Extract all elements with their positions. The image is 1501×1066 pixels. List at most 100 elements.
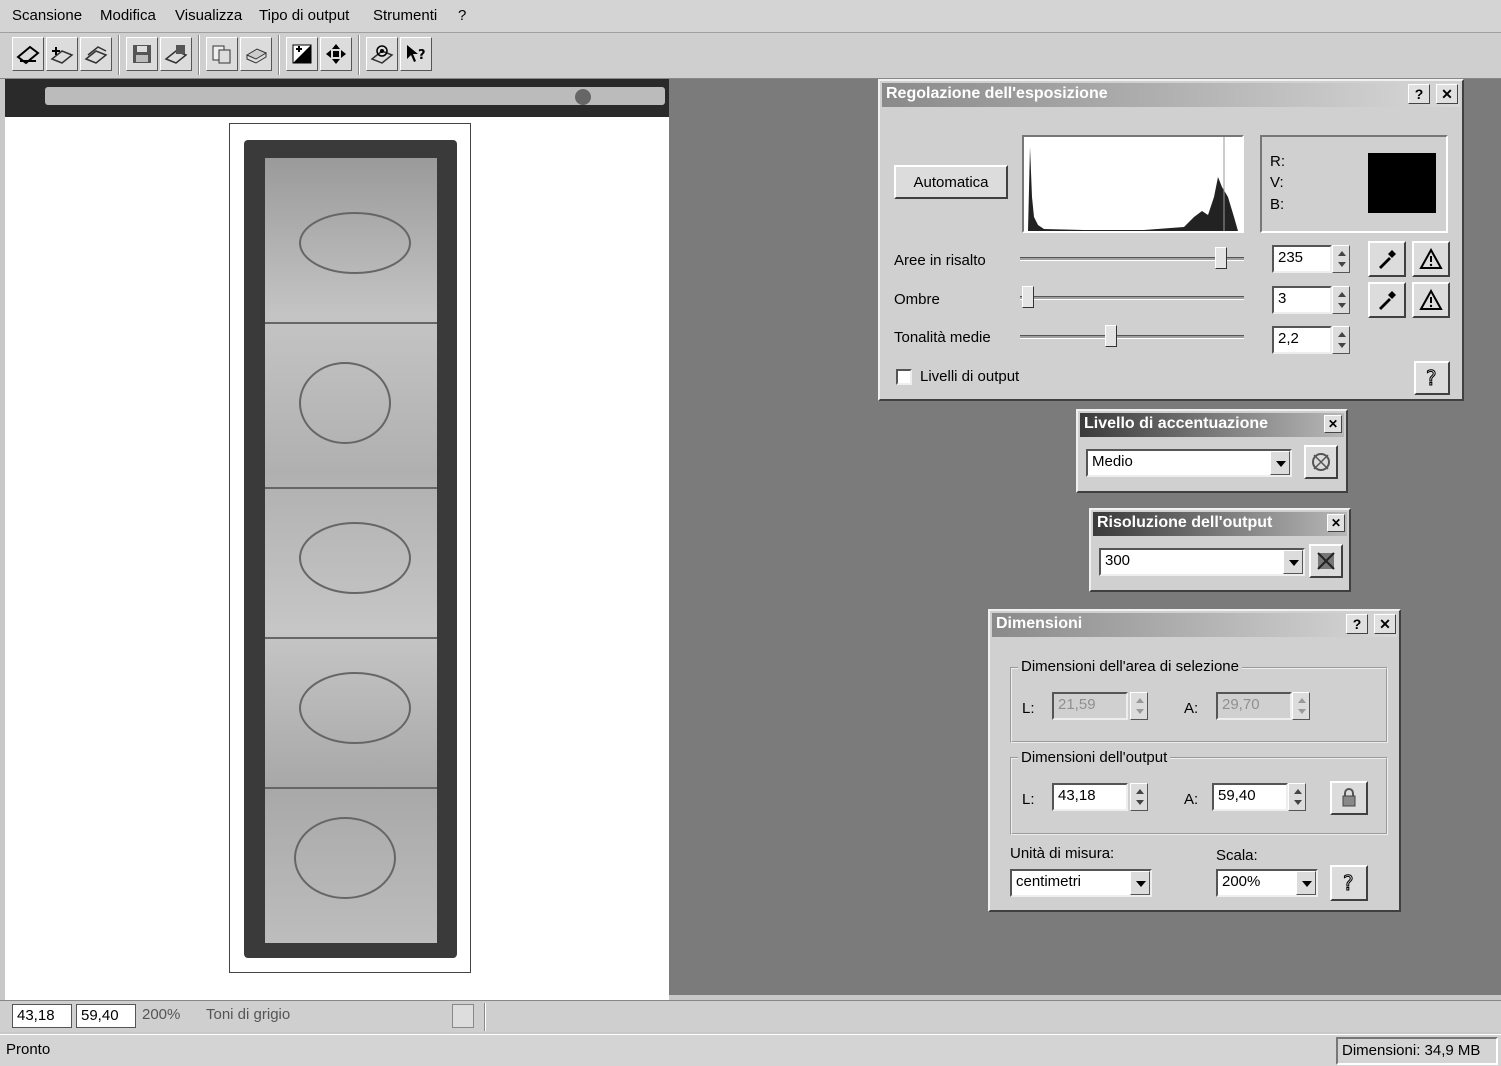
close-icon[interactable]: ✕ — [1436, 84, 1458, 104]
dimensions-help-button[interactable]: ? — [1330, 865, 1368, 901]
midtones-track — [1020, 335, 1244, 339]
info-scale: 200% — [142, 1006, 181, 1023]
help-pointer-icon[interactable]: ? — [400, 37, 432, 71]
highlights-slider[interactable] — [1215, 247, 1228, 269]
resolution-select[interactable]: 300 — [1099, 548, 1305, 576]
exposure-icon[interactable] — [286, 37, 318, 71]
color-swatch — [1368, 153, 1436, 213]
output-width-spinner[interactable] — [1130, 783, 1148, 811]
info-help-icon[interactable] — [452, 1004, 474, 1028]
output-height-field[interactable]: 59,40 — [1212, 783, 1288, 811]
selection-l-label: L: — [1022, 700, 1035, 717]
status-size-text: Dimensioni: 34,9 MB — [1342, 1042, 1481, 1059]
save-icon[interactable] — [126, 37, 158, 71]
shadows-slider[interactable] — [1022, 286, 1035, 308]
toolbar-separator — [118, 35, 120, 75]
save-as-icon[interactable] — [160, 37, 192, 71]
menu-scansione[interactable]: Scansione — [12, 7, 82, 24]
scan-batch-icon[interactable] — [80, 37, 112, 71]
chevron-down-icon[interactable] — [1296, 871, 1316, 895]
highlights-label: Aree in risalto — [894, 252, 986, 269]
chevron-down-icon[interactable] — [1270, 451, 1290, 475]
output-l-label: L: — [1022, 791, 1035, 808]
settings-icon[interactable] — [366, 37, 398, 71]
resolution-title: Risoluzione dell'output — [1093, 512, 1347, 536]
sharpen-apply-icon[interactable] — [1304, 445, 1338, 479]
info-bar: 43,18 59,40 200% Toni di grigio — [0, 1000, 1501, 1032]
midtones-slider[interactable] — [1104, 325, 1117, 347]
help-icon[interactable]: ? — [1346, 614, 1368, 634]
help-icon[interactable]: ? — [1408, 84, 1430, 104]
exposure-panel: Regolazione dell'esposizione ? ✕ Automat… — [878, 79, 1464, 401]
scale-label: Scala: — [1216, 847, 1258, 864]
b-label: B: — [1270, 196, 1285, 213]
menu-visualizza[interactable]: Visualizza — [175, 7, 242, 24]
svg-text:?: ? — [1426, 367, 1437, 389]
shadows-field[interactable]: 3 — [1272, 286, 1332, 314]
status-size: Dimensioni: 34,9 MB — [1336, 1037, 1498, 1065]
resolution-apply-icon[interactable] — [1309, 544, 1343, 578]
r-label: R: — [1270, 153, 1285, 170]
svg-text:?: ? — [418, 48, 426, 63]
midtones-field[interactable]: 2,2 — [1272, 326, 1332, 354]
preview-ruler — [5, 79, 669, 117]
menu-help[interactable]: ? — [458, 7, 466, 24]
chevron-down-icon[interactable] — [1130, 871, 1150, 895]
exposure-help-button[interactable]: ? — [1414, 361, 1450, 395]
highlights-eyedropper-icon[interactable] — [1368, 241, 1406, 277]
scan-add-icon[interactable] — [46, 37, 78, 71]
output-height-spinner[interactable] — [1288, 783, 1306, 811]
menu-tipo-di-output[interactable]: Tipo di output — [259, 7, 349, 24]
move-icon[interactable] — [320, 37, 352, 71]
shadows-label: Ombre — [894, 291, 940, 308]
sharpen-title: Livello di accentuazione — [1080, 413, 1344, 437]
scanned-image-relief — [265, 158, 437, 943]
selection-height-spinner — [1292, 692, 1310, 720]
output-group-label: Dimensioni dell'output — [1018, 749, 1171, 766]
toolbar-separator — [278, 35, 280, 75]
close-icon[interactable]: ✕ — [1374, 614, 1396, 634]
sharpen-panel: Livello di accentuazione ✕ Medio — [1076, 409, 1348, 493]
toolbar-separator — [358, 35, 360, 75]
shadows-spinner[interactable] — [1332, 286, 1350, 314]
menu-strumenti[interactable]: Strumenti — [373, 7, 437, 24]
selection-width-spinner — [1130, 692, 1148, 720]
color-picker-readout: R: V: B: — [1260, 135, 1448, 233]
shadows-track — [1020, 296, 1244, 300]
sharpen-select[interactable]: Medio — [1086, 449, 1292, 477]
highlights-track — [1020, 257, 1244, 261]
scan-icon[interactable] — [12, 37, 44, 71]
close-icon[interactable]: ✕ — [1327, 514, 1345, 532]
menu-modifica[interactable]: Modifica — [100, 7, 156, 24]
copy-icon[interactable] — [206, 37, 238, 71]
info-divider — [484, 1003, 486, 1031]
toolbar: ? — [0, 33, 1501, 79]
automatic-button[interactable]: Automatica — [894, 165, 1008, 199]
output-width-field[interactable]: 43,18 — [1052, 783, 1128, 811]
exposure-title: Regolazione dell'esposizione — [882, 83, 1460, 107]
svg-text:?: ? — [1343, 872, 1354, 894]
units-label: Unità di misura: — [1010, 845, 1115, 862]
info-height: 59,40 — [76, 1004, 136, 1028]
histogram — [1022, 135, 1244, 233]
selection-group-label: Dimensioni dell'area di selezione — [1018, 658, 1242, 675]
info-width: 43,18 — [12, 1004, 72, 1028]
toolbar-separator — [198, 35, 200, 75]
highlights-spinner[interactable] — [1332, 245, 1350, 273]
lock-ratio-icon[interactable] — [1330, 781, 1368, 815]
midtones-spinner[interactable] — [1332, 326, 1350, 354]
close-icon[interactable]: ✕ — [1324, 415, 1342, 433]
shadows-eyedropper-icon[interactable] — [1368, 282, 1406, 318]
output-levels-checkbox[interactable] — [896, 369, 912, 385]
info-mode: Toni di grigio — [206, 1006, 291, 1023]
chevron-down-icon[interactable] — [1283, 550, 1303, 574]
highlights-warning-icon[interactable] — [1412, 241, 1450, 277]
selection-a-label: A: — [1184, 700, 1199, 717]
shadows-warning-icon[interactable] — [1412, 282, 1450, 318]
print-icon[interactable] — [240, 37, 272, 71]
highlights-field[interactable]: 235 — [1272, 245, 1332, 273]
dimensions-panel: Dimensioni ? ✕ Dimensioni dell'area di s… — [988, 609, 1401, 912]
status-bar: Pronto Dimensioni: 34,9 MB — [0, 1034, 1501, 1066]
selection-width-field: 21,59 — [1052, 692, 1128, 720]
midtones-label: Tonalità medie — [894, 329, 991, 346]
